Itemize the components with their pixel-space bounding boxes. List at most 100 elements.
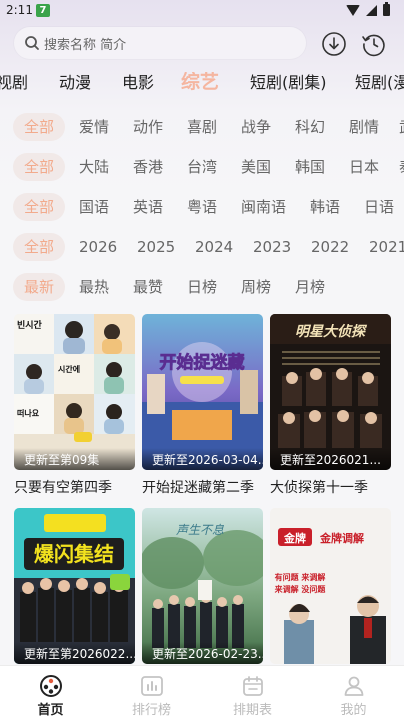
card-title: 只要有空第四季	[14, 480, 112, 496]
poster-image: 声生不息 更新至2026-02-23...	[142, 508, 263, 664]
poster-logo: 开始捉迷藏	[160, 352, 245, 373]
nav-profile[interactable]: 我的	[303, 666, 404, 720]
show-card[interactable]: 开始捉迷藏 更新至2026-03-04... 开始捉迷藏第二季	[142, 314, 263, 497]
user-icon	[344, 676, 364, 696]
filter-option[interactable]: 美国	[241, 153, 271, 181]
filter-option[interactable]: 国语	[79, 193, 109, 221]
filter-option[interactable]: 英语	[133, 193, 163, 221]
poster-caption: 更新至第2026022...	[14, 642, 135, 664]
battery-icon	[383, 2, 390, 16]
filter-option[interactable]: 日本	[349, 153, 379, 181]
filter-option[interactable]: 大陆	[79, 153, 109, 181]
poster-image: 开始捉迷藏 更新至2026-03-04...	[142, 314, 263, 470]
status-bar: 2:11 7	[0, 0, 404, 22]
status-icons	[346, 2, 390, 16]
filter-option[interactable]: 2022	[311, 233, 349, 261]
filter-option[interactable]: 2023	[253, 233, 291, 261]
poster-caption: 更新至2026-02-23...	[142, 642, 263, 664]
card-title: 开始捉迷藏第二季	[142, 480, 254, 496]
svg-text:떠나요: 떠나요	[17, 408, 40, 418]
filter-option[interactable]: 剧情	[349, 113, 379, 141]
filter-option[interactable]: 日榜	[187, 273, 217, 301]
tab-short-drama-comic[interactable]: 短剧(漫	[355, 72, 404, 94]
filter-option[interactable]: 台湾	[187, 153, 217, 181]
poster-line: 有问题 来调解	[275, 572, 326, 582]
tab-variety[interactable]: 综艺	[181, 72, 219, 93]
search-placeholder: 搜索名称 简介	[44, 37, 127, 53]
poster-caption: 更新至2026-03-04...	[142, 448, 263, 470]
card-title: 大侦探第十一季	[270, 480, 368, 496]
poster-image: 金牌 金牌调解 有问题 来调解 来调解 没问题	[270, 508, 391, 664]
poster-logo: 金牌调解	[319, 531, 364, 545]
show-card[interactable]: 明星大侦探 更新至2026021... 大侦探第十一季	[270, 314, 391, 497]
filter-row-region: 全部 大陆 香港 台湾 美国 韩国 日本 泰	[0, 153, 404, 181]
show-card[interactable]: 金牌 金牌调解 有问题 来调解 来调解 没问题	[270, 508, 391, 664]
bottom-nav: 首页 排行榜 排期表 我的	[0, 665, 404, 720]
filter-year-selected[interactable]: 全部	[13, 233, 65, 261]
tab-short-drama[interactable]: 短剧(剧集)	[250, 72, 327, 94]
search-icon	[25, 36, 39, 50]
wifi-icon	[346, 4, 360, 16]
filter-option[interactable]: 爱情	[79, 113, 109, 141]
poster-image: 明星大侦探 更新至2026021...	[270, 314, 391, 470]
filter-option[interactable]: 闽南语	[241, 193, 286, 221]
filter-option[interactable]: 香港	[133, 153, 163, 181]
show-card[interactable]: 爆闪集结 更新至第2026022...	[14, 508, 135, 664]
tab-movie[interactable]: 电影	[122, 72, 154, 94]
filter-option[interactable]: 2024	[195, 233, 233, 261]
filter-sort-selected[interactable]: 最新	[13, 273, 65, 301]
poster-logo: 明星大侦探	[295, 323, 368, 340]
filter-language-selected[interactable]: 全部	[13, 193, 65, 221]
signal-icon	[366, 4, 377, 16]
filter-option[interactable]: 动作	[133, 113, 163, 141]
tab-anime[interactable]: 动漫	[59, 72, 91, 94]
svg-text:시간에: 시간에	[58, 364, 80, 374]
filter-option[interactable]: 韩语	[310, 193, 340, 221]
filter-option[interactable]: 泰	[399, 153, 404, 181]
filter-option[interactable]: 科幻	[295, 113, 325, 141]
nav-label: 我的	[340, 703, 367, 718]
film-reel-icon	[40, 675, 62, 697]
calendar-icon	[243, 676, 263, 696]
filter-option[interactable]: 2026	[79, 233, 117, 261]
nav-label: 首页	[37, 703, 64, 718]
filter-genre-selected[interactable]: 全部	[13, 113, 65, 141]
download-icon[interactable]	[321, 31, 347, 57]
nav-label: 排行榜	[131, 703, 171, 718]
filter-option[interactable]: 最热	[79, 273, 109, 301]
filter-option[interactable]: 2021	[369, 233, 404, 261]
history-icon[interactable]	[361, 31, 387, 57]
poster-logo: 爆闪集结	[34, 542, 114, 566]
show-card[interactable]: 빈시간 시간에 떠나요 更新至第09集 只要有空第四季	[14, 314, 135, 497]
poster-line: 来调解 没问题	[274, 584, 327, 594]
filter-region-selected[interactable]: 全部	[13, 153, 65, 181]
filter-option[interactable]: 周榜	[241, 273, 271, 301]
show-card[interactable]: 声生不息 更新至2026-02-23...	[142, 508, 263, 664]
filter-row-sort: 最新 最热 最赞 日榜 周榜 月榜	[0, 273, 404, 301]
svg-text:声生不息: 声生不息	[176, 523, 224, 537]
poster-image: 빈시간 시간에 떠나요 更新至第09集	[14, 314, 135, 470]
notification-badge: 7	[36, 4, 50, 17]
svg-text:金牌: 金牌	[283, 531, 306, 545]
filter-row-year: 全部 2026 2025 2024 2023 2022 2021	[0, 233, 404, 261]
status-time: 2:11	[6, 3, 33, 17]
search-input[interactable]: 搜索名称 简介	[14, 27, 306, 59]
category-tabs: 视剧 动漫 电影 综艺 短剧(剧集) 短剧(漫	[0, 72, 404, 96]
filter-option[interactable]: 2025	[137, 233, 175, 261]
filter-option[interactable]: 喜剧	[187, 113, 217, 141]
nav-schedule[interactable]: 排期表	[202, 666, 303, 720]
nav-ranking[interactable]: 排行榜	[101, 666, 202, 720]
filter-option[interactable]: 武	[399, 113, 404, 141]
svg-text:빈시간: 빈시간	[17, 319, 43, 331]
bar-chart-icon	[141, 676, 163, 696]
nav-label: 排期表	[232, 703, 272, 718]
filter-option[interactable]: 粤语	[187, 193, 217, 221]
tab-tv[interactable]: 视剧	[0, 72, 28, 94]
poster-caption: 更新至第09集	[14, 448, 135, 470]
filter-option[interactable]: 月榜	[295, 273, 325, 301]
filter-option[interactable]: 战争	[241, 113, 271, 141]
nav-home[interactable]: 首页	[0, 666, 101, 720]
filter-option[interactable]: 韩国	[295, 153, 325, 181]
filter-option[interactable]: 日语	[364, 193, 394, 221]
filter-option[interactable]: 最赞	[133, 273, 163, 301]
